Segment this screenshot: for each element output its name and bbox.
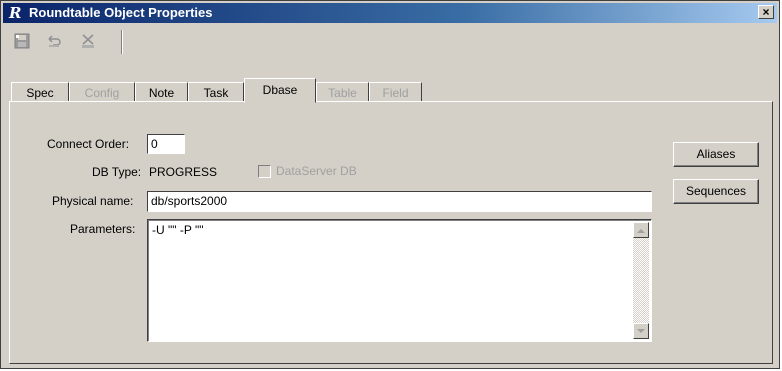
undo-icon <box>48 35 61 47</box>
physical-name-input[interactable]: db/sports2000 <box>147 191 652 212</box>
tab-note[interactable]: Note <box>135 82 188 102</box>
properties-window: R Roundtable Object Properties × Spec Co… <box>0 0 780 369</box>
vertical-scrollbar[interactable] <box>633 222 649 339</box>
connect-order-label: Connect Order: <box>47 137 130 151</box>
scroll-down-icon <box>637 328 645 333</box>
db-type-value: PROGRESS <box>149 165 218 179</box>
roundtable-logo-icon: R <box>9 4 22 22</box>
save-icon <box>14 33 30 49</box>
dataserver-label: DataServer DB <box>276 164 357 178</box>
scroll-down-button[interactable] <box>633 323 649 339</box>
tab-spec[interactable]: Spec <box>11 82 69 102</box>
save-button[interactable] <box>11 30 33 52</box>
connect-order-input[interactable]: 0 <box>147 134 185 154</box>
dbase-panel: Connect Order: 0 DB Type: PROGRESS DataS… <box>9 101 773 364</box>
window-title: Roundtable Object Properties <box>29 5 213 20</box>
title-bar[interactable]: R Roundtable Object Properties × <box>3 3 777 23</box>
tab-config[interactable]: Config <box>69 82 135 102</box>
tab-field[interactable]: Field <box>369 82 422 102</box>
toolbar-separator <box>121 30 123 54</box>
parameters-textarea[interactable]: -U "" -P "" <box>147 219 652 342</box>
delete-button[interactable] <box>77 30 99 52</box>
parameters-text: -U "" -P "" <box>152 223 204 237</box>
scroll-up-button[interactable] <box>633 222 649 238</box>
tab-task[interactable]: Task <box>188 82 244 102</box>
undo-button[interactable] <box>43 30 65 52</box>
delete-icon <box>82 34 94 48</box>
scroll-up-icon <box>637 228 645 233</box>
aliases-button[interactable]: Aliases <box>673 142 759 167</box>
toolbar <box>11 27 141 55</box>
close-button[interactable]: × <box>758 5 774 19</box>
dataserver-checkbox[interactable] <box>258 165 271 178</box>
parameters-label: Parameters: <box>70 222 136 236</box>
tab-table[interactable]: Table <box>316 82 369 102</box>
close-icon: × <box>762 5 770 19</box>
db-type-label: DB Type: <box>92 165 142 179</box>
tab-dbase[interactable]: Dbase <box>244 78 316 103</box>
sequences-button[interactable]: Sequences <box>673 179 759 204</box>
physical-name-label: Physical name: <box>52 194 134 208</box>
